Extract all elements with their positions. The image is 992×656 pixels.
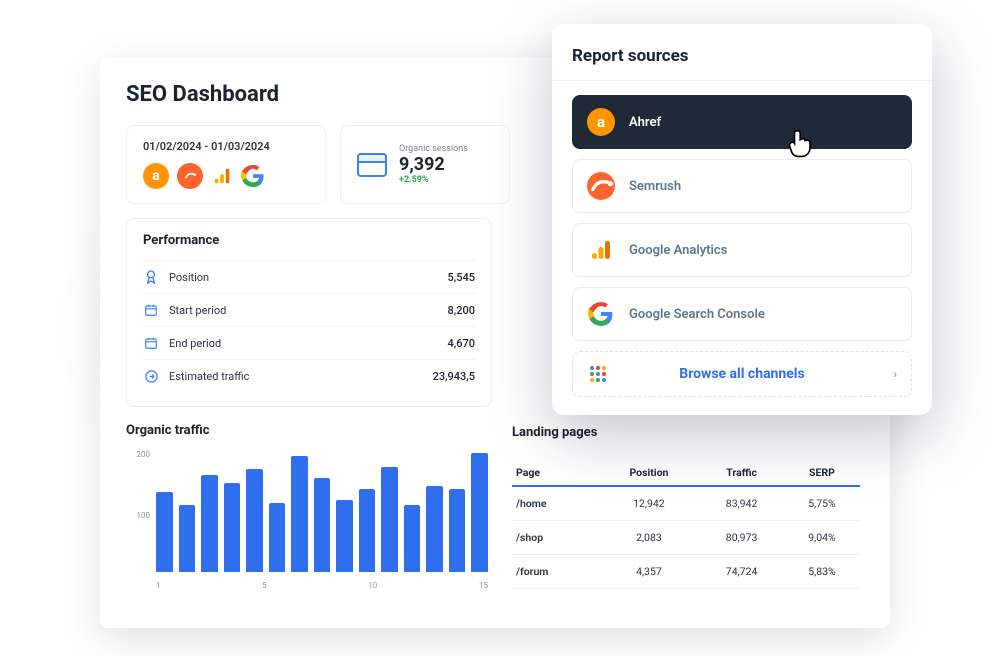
popover-title: Report sources	[572, 46, 912, 66]
chart-bars	[156, 450, 488, 572]
chart-bar	[426, 486, 443, 572]
badge-icon	[143, 269, 159, 285]
perf-row-start: Start period 8,200	[143, 293, 475, 326]
google-analytics-icon	[211, 165, 233, 187]
table-row: /shop2,08380,9739,04%	[512, 521, 860, 555]
chart-bar	[336, 500, 353, 572]
perf-row-end: End period 4,670	[143, 326, 475, 359]
organic-traffic-chart: Organic traffic 200 100 1 5 10 15	[126, 423, 488, 590]
source-google-search-console[interactable]: Google Search Console	[572, 287, 912, 341]
chart-x-ticks: 1 5 10 15	[156, 581, 488, 590]
chart-bar	[269, 503, 286, 572]
calendar-icon	[143, 335, 159, 351]
sessions-label: Organic sessions	[399, 144, 468, 154]
chart-bar	[179, 505, 196, 572]
chart-bar	[471, 453, 488, 572]
source-semrush[interactable]: Semrush	[572, 159, 912, 213]
sessions-delta: +2.59%	[399, 175, 468, 185]
date-range-card: 01/02/2024 - 01/03/2024 a	[126, 125, 326, 204]
semrush-icon	[177, 163, 203, 189]
table-row: /forum4,35774,7245,83%	[512, 555, 860, 589]
organic-sessions-card: Organic sessions 9,392 +2.59%	[340, 125, 510, 204]
chart-bar	[404, 505, 421, 572]
landing-pages-card: Landing pages Page Position Traffic SERP…	[508, 423, 864, 590]
browser-icon	[357, 153, 387, 177]
landing-title: Landing pages	[512, 423, 860, 448]
chart-bar	[314, 478, 331, 572]
chart-bar	[359, 489, 376, 572]
google-analytics-icon	[587, 236, 615, 264]
chart-bar	[224, 483, 241, 572]
chevron-right-icon: ›	[893, 367, 897, 381]
performance-title: Performance	[143, 233, 475, 248]
ahref-icon: a	[587, 108, 615, 136]
google-icon	[587, 300, 615, 328]
source-google-analytics[interactable]: Google Analytics	[572, 223, 912, 277]
google-icon	[241, 164, 265, 188]
table-row: /home12,94283,9425,75%	[512, 486, 860, 521]
browse-all-channels-button[interactable]: Browse all channels ›	[572, 351, 912, 397]
landing-pages-table: Page Position Traffic SERP /home12,94283…	[512, 460, 860, 589]
performance-card: Performance Position 5,545 Start period …	[126, 218, 492, 407]
arrow-circle-icon	[143, 368, 159, 384]
date-range-text: 01/02/2024 - 01/03/2024	[143, 140, 309, 153]
chart-bar	[449, 489, 466, 572]
ahref-icon: a	[143, 163, 169, 189]
grid-icon	[589, 365, 607, 383]
perf-row-position: Position 5,545	[143, 260, 475, 293]
traffic-title: Organic traffic	[126, 423, 488, 438]
chart-bar	[156, 492, 173, 572]
chart-bar	[246, 469, 263, 572]
chart-y-ticks: 200 100	[126, 450, 150, 572]
report-sources-popover: Report sources a Ahref Semrush Google An…	[552, 24, 932, 415]
semrush-icon	[587, 172, 615, 200]
sessions-value: 9,392	[399, 154, 468, 175]
chart-bar	[201, 475, 218, 572]
perf-row-traffic: Estimated traffic 23,943,5	[143, 359, 475, 392]
calendar-icon	[143, 302, 159, 318]
chart-bar	[291, 456, 308, 572]
chart-bar	[381, 467, 398, 572]
source-ahref[interactable]: a Ahref	[572, 95, 912, 149]
